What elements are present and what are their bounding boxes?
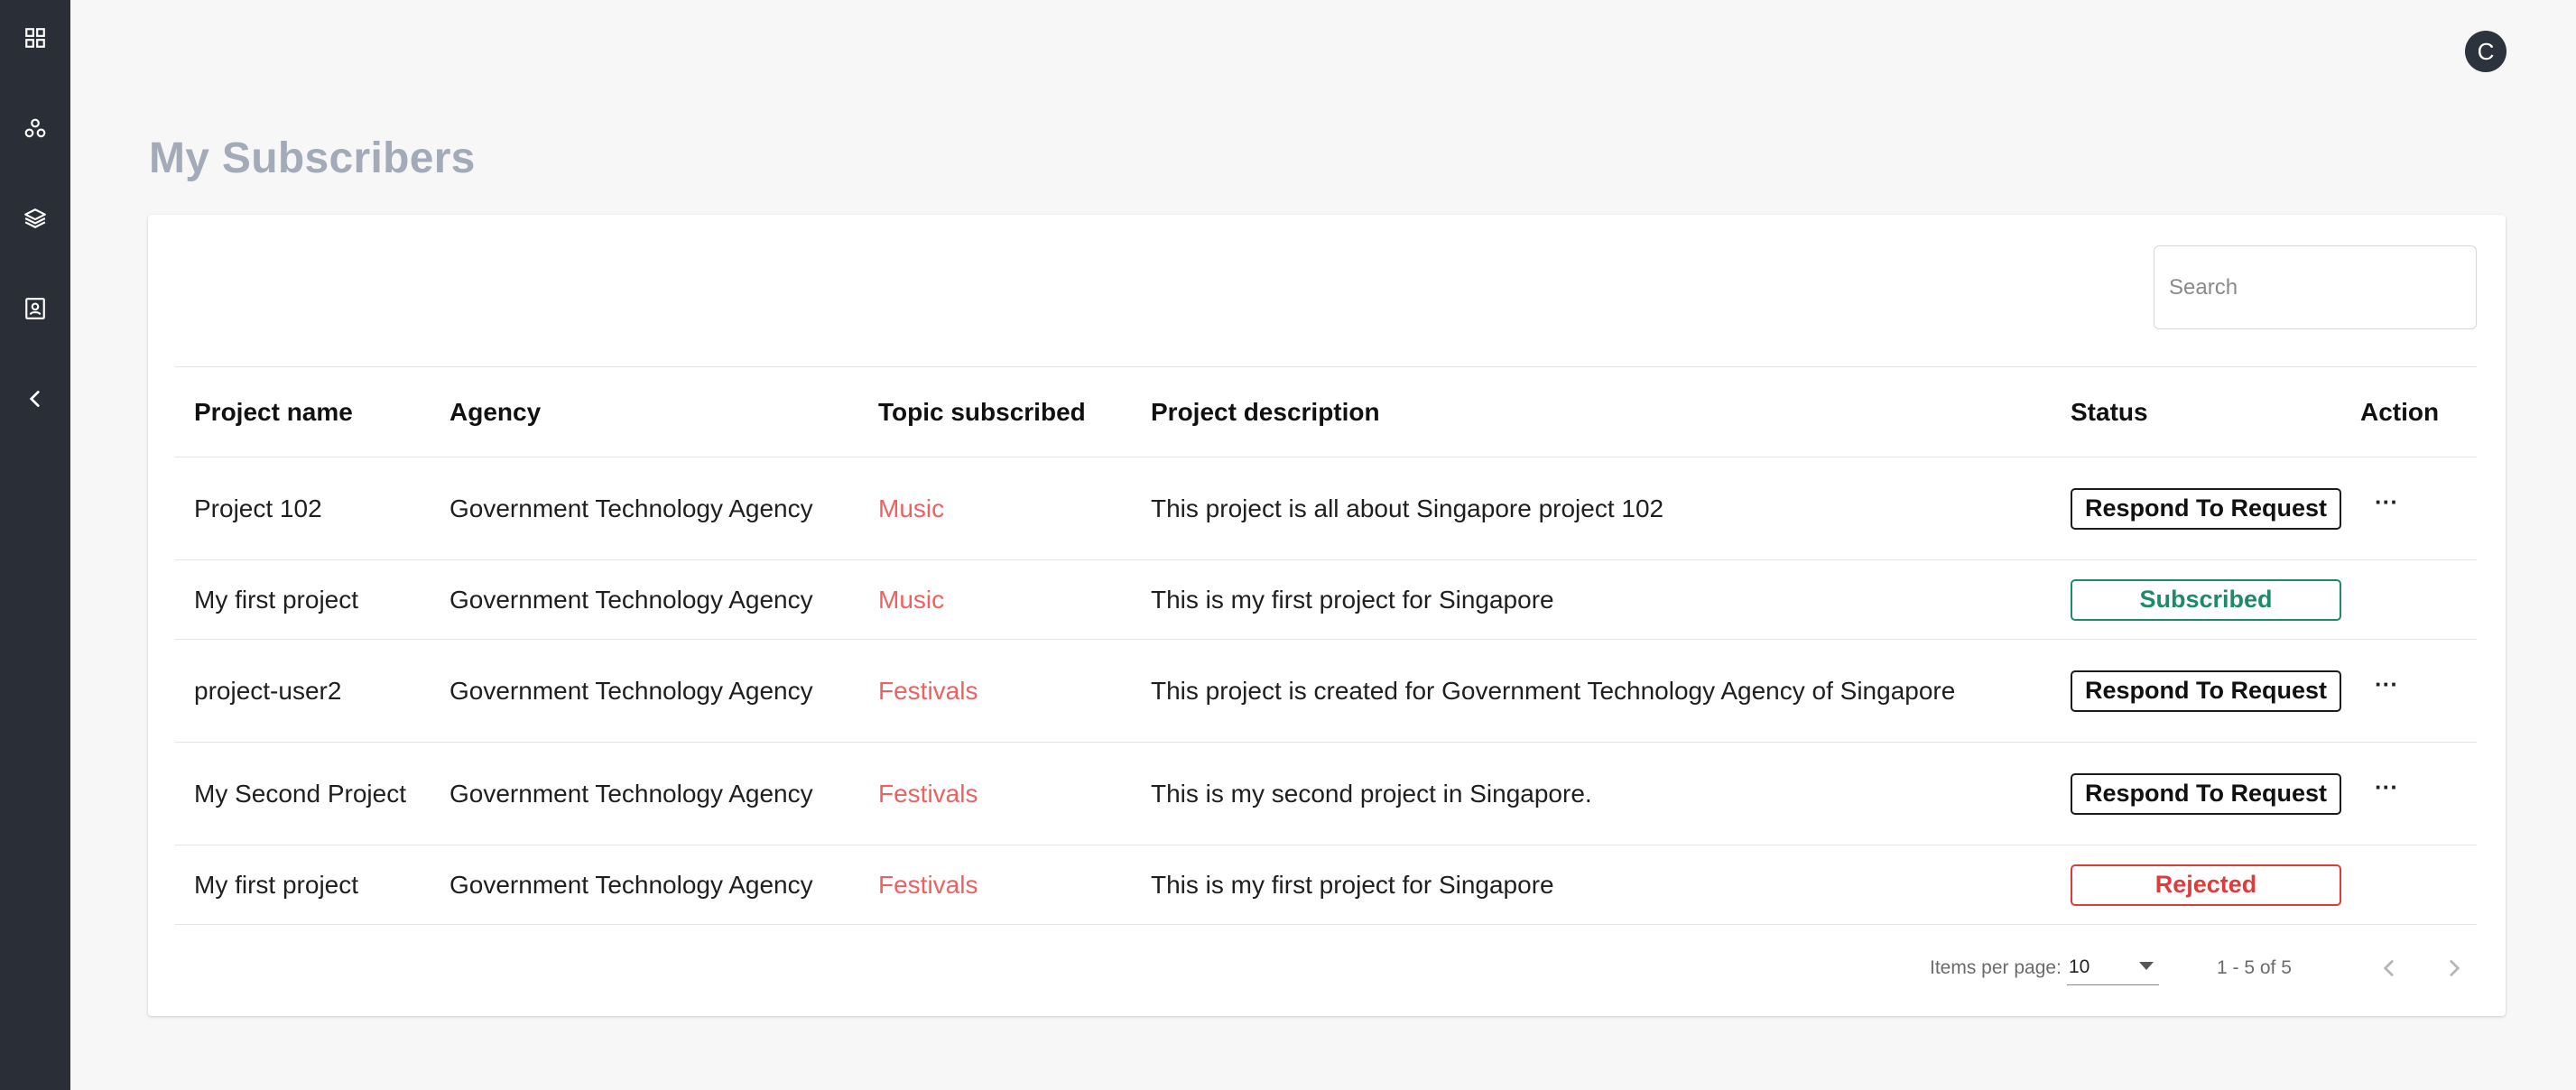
cell-description: This project is all about Singapore proj… <box>1151 494 1664 522</box>
subscribers-card: Project name Agency Topic subscribed Pro… <box>148 215 2506 1016</box>
more-actions-icon[interactable]: ··· <box>2373 490 2400 513</box>
status-badge-rejected: Rejected <box>2071 864 2341 906</box>
cell-topic: Music <box>878 585 945 614</box>
more-actions-icon[interactable]: ··· <box>2373 775 2400 799</box>
cell-action <box>2341 845 2477 925</box>
cell-description: This is my first project for Singapore <box>1151 585 1554 614</box>
cell-action: ··· <box>2341 457 2477 560</box>
cell-agency: Government Technology Agency <box>449 676 813 705</box>
column-header-action: Action <box>2360 397 2440 426</box>
respond-to-request-button[interactable]: Respond To Request <box>2071 670 2341 712</box>
sidebar-item-contacts[interactable] <box>15 289 55 328</box>
cell-agency: Government Technology Agency <box>449 779 813 808</box>
cell-agency: Government Technology Agency <box>449 870 813 899</box>
table-row: My first project Government Technology A… <box>175 560 2477 640</box>
search-input[interactable] <box>2154 245 2477 329</box>
column-header-status[interactable]: Status <box>2052 367 2341 457</box>
cell-topic: Festivals <box>878 779 978 808</box>
table-row: My first project Government Technology A… <box>175 845 2477 925</box>
table-header-row: Project name Agency Topic subscribed Pro… <box>175 366 2477 457</box>
more-actions-icon[interactable]: ··· <box>2373 672 2400 696</box>
cell-agency: Government Technology Agency <box>449 494 813 522</box>
sidebar-item-dashboard[interactable] <box>15 18 55 58</box>
cell-topic: Festivals <box>878 676 978 705</box>
table-row: Project 102 Government Technology Agency… <box>175 457 2477 560</box>
layers-icon <box>24 208 46 228</box>
cell-description: This is my second project in Singapore. <box>1151 779 1592 808</box>
contact-card-icon <box>25 298 45 319</box>
nodes-icon <box>24 118 46 138</box>
cell-action: ··· <box>2341 743 2477 845</box>
cell-status: Rejected <box>2052 845 2341 925</box>
respond-to-request-button[interactable]: Respond To Request <box>2071 772 2341 815</box>
cell-status: Respond To Request <box>2052 640 2341 743</box>
cell-project-name: My first project <box>194 585 359 614</box>
items-per-page-select[interactable]: 10 <box>2067 949 2159 985</box>
items-per-page-value: 10 <box>2069 956 2090 977</box>
subscribers-table: Project name Agency Topic subscribed Pro… <box>175 366 2477 925</box>
cell-topic: Music <box>878 494 945 522</box>
previous-page-button[interactable] <box>2368 947 2410 989</box>
sidebar-item-layers[interactable] <box>15 199 55 238</box>
sidebar-item-network[interactable] <box>15 109 55 149</box>
column-header-topic[interactable]: Topic subscribed <box>859 367 1132 457</box>
dropdown-caret-icon <box>2139 962 2154 970</box>
cell-project-name: My first project <box>194 870 359 899</box>
grid-icon <box>25 28 45 48</box>
sidebar-collapse-button[interactable] <box>15 379 55 419</box>
cell-project-name: Project 102 <box>194 494 322 522</box>
page-title: My Subscribers <box>149 134 476 182</box>
cell-description: This is my first project for Singapore <box>1151 870 1554 899</box>
status-badge-subscribed: Subscribed <box>2071 578 2341 621</box>
cell-description: This project is created for Government T… <box>1151 676 1956 705</box>
chevron-left-icon <box>2383 960 2394 976</box>
table-row: project-user2 Government Technology Agen… <box>175 640 2477 743</box>
items-per-page-label: Items per page: <box>1930 957 2062 978</box>
cell-agency: Government Technology Agency <box>449 585 813 614</box>
column-header-agency[interactable]: Agency <box>431 367 859 457</box>
cell-status: Respond To Request <box>2052 457 2341 560</box>
respond-to-request-button[interactable]: Respond To Request <box>2071 487 2341 530</box>
cell-status: Subscribed <box>2052 560 2341 640</box>
sidebar <box>0 0 70 1090</box>
cell-action <box>2341 560 2477 640</box>
column-header-project-name[interactable]: Project name <box>175 367 431 457</box>
cell-status: Respond To Request <box>2052 743 2341 845</box>
table-row: My Second Project Government Technology … <box>175 743 2477 845</box>
chevron-right-icon <box>2450 960 2460 976</box>
cell-action: ··· <box>2341 640 2477 743</box>
chevron-left-icon <box>29 391 40 407</box>
next-page-button[interactable] <box>2433 947 2475 989</box>
column-header-description[interactable]: Project description <box>1132 367 2052 457</box>
cell-project-name: My Second Project <box>194 779 406 808</box>
pagination-range: 1 - 5 of 5 <box>2217 957 2292 978</box>
cell-topic: Festivals <box>878 870 978 899</box>
user-avatar[interactable]: C <box>2465 31 2507 72</box>
cell-project-name: project-user2 <box>194 676 342 705</box>
